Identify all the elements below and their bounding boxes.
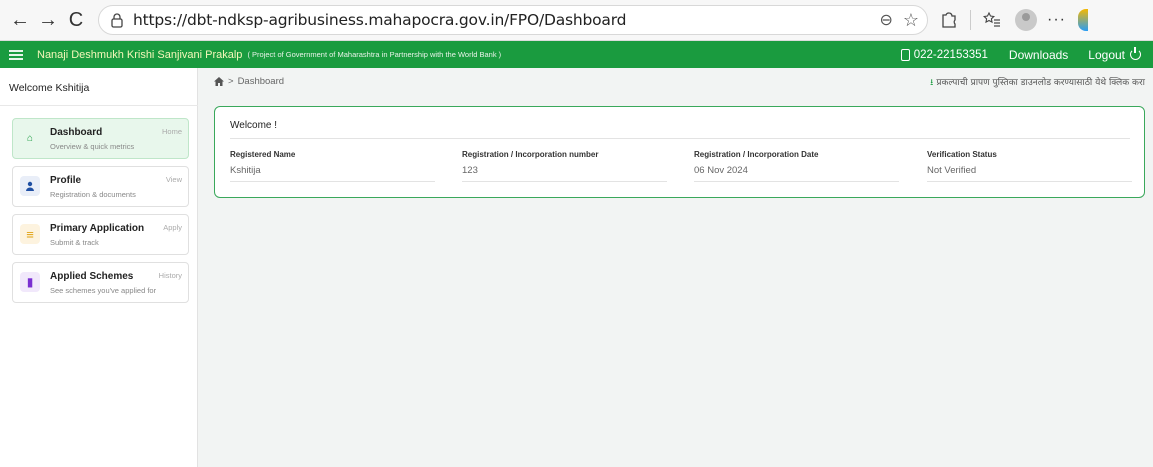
field-value: Not Verified: [927, 165, 1132, 182]
breadcrumb: > Dashboard: [214, 76, 284, 87]
sidebar-item-title: Applied Schemes: [50, 271, 134, 282]
registration-number-field: Registration / Incorporation number 123: [462, 150, 667, 182]
extensions-icon[interactable]: [936, 7, 962, 33]
list-icon: ≡: [20, 224, 40, 244]
brand-title: Nanaji Deshmukh Krishi Sanjivani Prakalp: [37, 48, 243, 61]
sidebar-item-subtitle: Registration & documents: [50, 190, 136, 199]
verification-status-field: Verification Status Not Verified: [927, 150, 1132, 182]
sidebar-item-title: Profile: [50, 175, 82, 186]
field-label: Registration / Incorporation Date: [694, 150, 819, 159]
download-note-text: प्रकल्पाची प्रापण पुस्तिका डाउनलोड करण्य…: [936, 78, 1145, 88]
sidebar-divider: [0, 105, 198, 106]
home-icon[interactable]: [214, 77, 224, 86]
site-header: Nanaji Deshmukh Krishi Sanjivani Prakalp…: [0, 41, 1153, 68]
welcome-card: Welcome ! Registered Name Kshitija Regis…: [214, 106, 1145, 198]
brand-subtitle: ( Project of Government of Maharashtra i…: [247, 50, 502, 59]
scheme-icon: ▮: [20, 272, 40, 292]
sidebar-item-subtitle: Submit & track: [50, 238, 99, 247]
download-icon: ⭳: [930, 78, 934, 88]
sidebar-item-title: Primary Application: [50, 223, 145, 234]
breadcrumb-separator: >: [228, 76, 234, 87]
zoom-icon[interactable]: ⊖: [879, 10, 892, 30]
logout-button[interactable]: Logout: [1088, 47, 1141, 62]
sidebar-item-dashboard[interactable]: ⌂ Dashboard Overview & quick metrics Hom…: [12, 118, 189, 159]
favorites-icon[interactable]: [979, 7, 1005, 33]
registered-name-field: Registered Name Kshitija: [230, 150, 435, 182]
helpline: 022-22153351: [900, 48, 988, 61]
user-icon: [20, 176, 40, 196]
sidebar-item-title: Dashboard: [50, 127, 103, 138]
breadcrumb-current: Dashboard: [237, 76, 285, 87]
profile-avatar-icon[interactable]: [1015, 9, 1037, 31]
logout-label: Logout: [1088, 47, 1125, 62]
welcome-text: Welcome Kshitija: [9, 82, 90, 94]
menu-toggle-icon[interactable]: [9, 49, 23, 60]
sidebar-item-subtitle: Overview & quick metrics: [50, 142, 135, 151]
sidebar-item-action: Home: [161, 127, 182, 136]
reload-icon[interactable]: C: [62, 6, 90, 34]
forward-icon[interactable]: →: [34, 6, 62, 34]
sidebar-item-action: History: [158, 271, 182, 280]
phone-icon: [900, 48, 910, 61]
field-label: Registration / Incorporation number: [462, 150, 599, 159]
sidebar: Welcome Kshitija ⌂ Dashboard Overview & …: [0, 68, 198, 467]
home-icon: ⌂: [26, 132, 34, 144]
card-divider: [230, 138, 1130, 139]
field-value: Kshitija: [230, 165, 435, 182]
lock-icon: [111, 13, 123, 28]
back-icon[interactable]: ←: [6, 6, 34, 34]
address-bar[interactable]: https://dbt-ndksp-agribusiness.mahapocra…: [98, 5, 928, 35]
field-label: Verification Status: [927, 150, 997, 159]
sidebar-item-primary-application[interactable]: ≡ Primary Application Submit & track App…: [12, 214, 189, 255]
registration-date-field: Registration / Incorporation Date 06 Nov…: [694, 150, 899, 182]
url-text: https://dbt-ndksp-agribusiness.mahapocra…: [133, 11, 627, 29]
field-value: 06 Nov 2024: [694, 165, 899, 182]
browser-toolbar: ← → C https://dbt-ndksp-agribusiness.mah…: [0, 0, 1153, 41]
helpline-number: 022-22153351: [913, 48, 988, 61]
copilot-icon[interactable]: [1077, 9, 1088, 31]
sidebar-item-action: Apply: [163, 223, 182, 232]
toolbar-separator: [970, 10, 971, 30]
favorite-star-icon[interactable]: ☆: [903, 10, 919, 31]
sidebar-item-profile[interactable]: Profile Registration & documents View: [12, 166, 189, 207]
download-handbook-link[interactable]: ⭳ प्रकल्पाची प्रापण पुस्तिका डाउनलोड करण्…: [930, 75, 1145, 91]
sidebar-item-applied-schemes[interactable]: ▮ Applied Schemes See schemes you've app…: [12, 262, 189, 303]
card-title: Welcome !: [230, 120, 278, 131]
power-icon: [1130, 47, 1141, 60]
field-label: Registered Name: [230, 150, 296, 159]
sidebar-item-action: View: [165, 175, 182, 184]
more-options-icon[interactable]: ···: [1047, 11, 1066, 29]
downloads-link[interactable]: Downloads: [1009, 48, 1068, 62]
field-value: 123: [462, 165, 667, 182]
sidebar-item-subtitle: See schemes you've applied for: [50, 286, 157, 295]
